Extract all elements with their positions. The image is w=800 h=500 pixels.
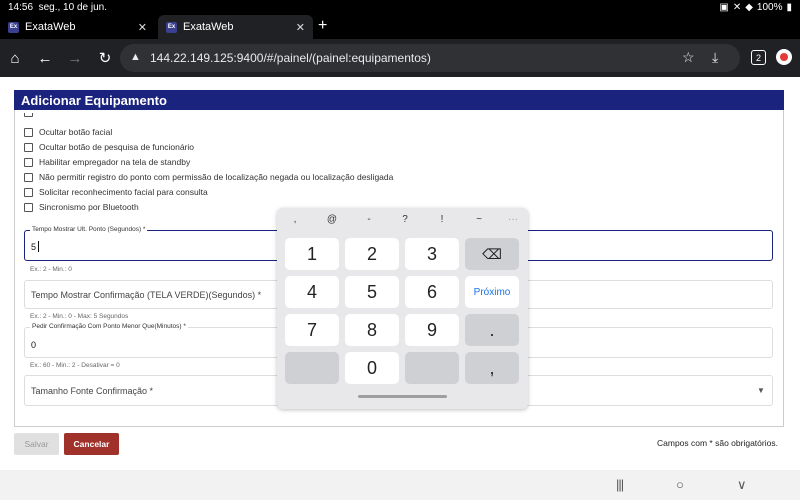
home-nav-icon[interactable]: ○ — [676, 477, 684, 492]
tab-title: ExataWeb — [25, 21, 76, 33]
field-hint: Ex.: 60 - Min.: 2 - Desativar = 0 — [30, 362, 120, 369]
key-9[interactable]: 9 — [405, 314, 459, 346]
browser-toolbar: ⌂ ← → ↻ ▲ 144.22.149.125:9400/#/painel/(… — [0, 39, 800, 77]
checkbox-box[interactable] — [24, 157, 33, 167]
back-icon[interactable]: ← — [36, 49, 54, 67]
status-time: 14:56 — [8, 2, 34, 13]
comma-key[interactable]: , — [465, 352, 519, 384]
bookmark-star-icon[interactable]: ☆ — [682, 49, 695, 66]
checkbox-box[interactable] — [24, 127, 33, 137]
more-symbols-key[interactable]: ··· — [503, 214, 523, 225]
symbol-key[interactable]: ? — [395, 214, 415, 225]
field-placeholder: Tempo Mostrar Confirmação (TELA VERDE)(S… — [31, 290, 262, 300]
checkbox-nao-permitir-registro[interactable]: Não permitir registro do ponto com permi… — [24, 172, 393, 182]
backspace-key[interactable]: ⌫ — [465, 238, 519, 270]
favicon-icon: Ex — [8, 21, 19, 33]
system-nav-bar: ||| ○ ∨ — [0, 470, 800, 500]
checkbox-box[interactable] — [24, 202, 33, 212]
blank-key — [285, 352, 339, 384]
checkbox-bluetooth[interactable]: Sincronismo por Bluetooth — [24, 202, 139, 212]
symbol-key[interactable]: ~ — [469, 214, 489, 225]
text-cursor — [38, 241, 39, 252]
new-tab-button[interactable]: + — [318, 17, 327, 35]
field-label: Tempo Mostrar Ult. Ponto (Segundos) * — [30, 226, 148, 233]
nfc-icon: ▣ — [719, 2, 729, 13]
dropdown-arrow-icon[interactable]: ▼ — [757, 386, 765, 395]
field-hint: Ex.: 2 - Min.: 0 — [30, 266, 72, 273]
battery-level: 100% — [756, 2, 783, 13]
battery-icon: ▮ — [786, 2, 792, 13]
save-button[interactable]: Salvar — [14, 433, 59, 455]
key-4[interactable]: 4 — [285, 276, 339, 308]
checkbox-label: Solicitar reconhecimento facial para con… — [39, 187, 208, 197]
checkbox-ocultar-facial[interactable]: Ocultar botão facial — [24, 127, 112, 137]
address-bar[interactable]: ▲ 144.22.149.125:9400/#/painel/(painel:e… — [120, 44, 740, 72]
required-note: Campos com * são obrigatórios. — [657, 438, 778, 448]
checkbox-habilitar-empregador[interactable]: Habilitar empregador na tela de standby — [24, 157, 190, 167]
checkbox-label: Não permitir registro do ponto com permi… — [39, 172, 394, 182]
download-icon[interactable]: ⤓ — [712, 49, 718, 66]
field-value[interactable]: 0 — [31, 340, 36, 350]
forward-icon[interactable]: → — [66, 49, 84, 67]
symbol-key[interactable]: @ — [322, 214, 342, 225]
cancel-button[interactable]: Cancelar — [64, 433, 119, 455]
key-5[interactable]: 5 — [345, 276, 399, 308]
key-2[interactable]: 2 — [345, 238, 399, 270]
key-1[interactable]: 1 — [285, 238, 339, 270]
checkbox-box[interactable] — [24, 172, 33, 182]
checkbox-label: Ocultar botão de pesquisa de funcionário — [39, 142, 194, 152]
home-icon[interactable]: ⌂ — [6, 49, 24, 67]
recents-icon[interactable]: ||| — [616, 477, 624, 492]
status-bar: 14:56 seg., 10 de jun. ▣ ✕ ◆ 100% ▮ — [0, 0, 800, 15]
page-title: Adicionar Equipamento — [14, 90, 784, 110]
favicon-icon: Ex — [166, 21, 177, 33]
symbol-key[interactable]: - — [359, 214, 379, 225]
checkbox-box[interactable] — [24, 142, 33, 152]
checkbox-partial[interactable] — [24, 113, 39, 118]
url-text[interactable]: 144.22.149.125:9400/#/painel/(painel:equ… — [150, 51, 431, 65]
key-7[interactable]: 7 — [285, 314, 339, 346]
keyboard-handle[interactable] — [358, 395, 447, 398]
backspace-icon: ⌫ — [482, 245, 502, 262]
reload-icon[interactable]: ↻ — [96, 49, 114, 67]
dot-key[interactable]: . — [465, 314, 519, 346]
checkbox-reconhecimento-facial[interactable]: Solicitar reconhecimento facial para con… — [24, 187, 208, 197]
checkbox-box[interactable] — [24, 187, 33, 197]
next-key[interactable]: Próximo — [465, 276, 519, 308]
browser-tab-1[interactable]: Ex ExataWeb ✕ — [0, 15, 155, 39]
profile-icon[interactable] — [776, 49, 792, 65]
mute-icon: ✕ — [732, 2, 742, 13]
warning-icon[interactable]: ▲ — [130, 51, 141, 63]
tab-strip: Ex ExataWeb ✕ Ex ExataWeb ✕ + — [0, 15, 800, 39]
symbol-key[interactable]: ! — [432, 214, 452, 225]
tab-title: ExataWeb — [183, 21, 234, 33]
key-6[interactable]: 6 — [405, 276, 459, 308]
close-tab-icon[interactable]: ✕ — [296, 21, 305, 34]
key-8[interactable]: 8 — [345, 314, 399, 346]
browser-tab-2[interactable]: Ex ExataWeb ✕ — [158, 15, 313, 39]
checkbox-label: Sincronismo por Bluetooth — [39, 202, 139, 212]
field-placeholder: Tamanho Fonte Confirmação * — [31, 386, 154, 396]
symbol-key[interactable]: , — [285, 214, 305, 225]
checkbox-ocultar-pesquisa[interactable]: Ocultar botão de pesquisa de funcionário — [24, 142, 194, 152]
key-3[interactable]: 3 — [405, 238, 459, 270]
tab-switcher-button[interactable]: 2 — [751, 50, 766, 65]
key-0[interactable]: 0 — [345, 352, 399, 384]
checkbox-label: Ocultar botão facial — [39, 127, 113, 137]
field-hint: Ex.: 2 - Min.: 0 - Max: 5 Segundos — [30, 313, 129, 320]
field-value[interactable]: 5 — [31, 242, 36, 252]
close-tab-icon[interactable]: ✕ — [138, 21, 147, 34]
status-date: seg., 10 de jun. — [38, 2, 107, 13]
back-nav-icon[interactable]: ∨ — [737, 477, 747, 493]
checkbox-label: Habilitar empregador na tela de standby — [39, 157, 191, 167]
field-label: Pedir Confirmação Com Ponto Menor Que(Mi… — [30, 323, 188, 330]
numeric-keyboard: , @ - ? ! ~ ··· 1 2 3 ⌫ 4 5 6 Próximo 7 … — [277, 208, 528, 409]
blank-key — [405, 352, 459, 384]
wifi-icon: ◆ — [745, 2, 753, 13]
